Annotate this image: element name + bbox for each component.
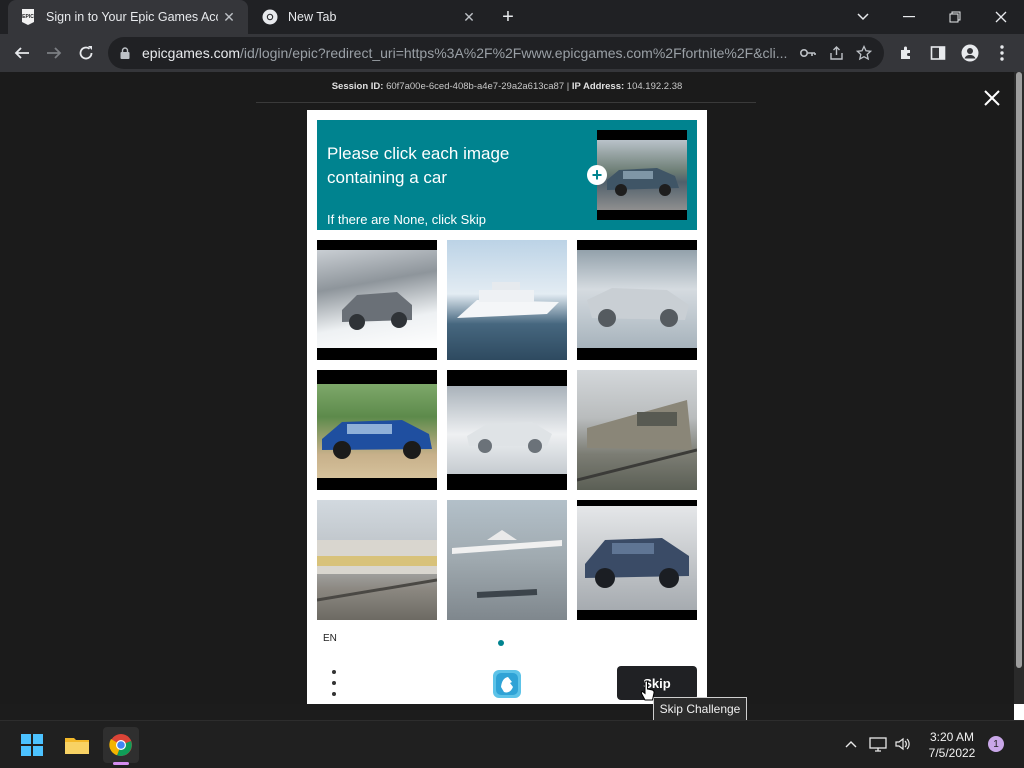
minimize-button[interactable]: [886, 0, 932, 34]
tab-search-icon[interactable]: [840, 0, 886, 34]
more-menu-icon[interactable]: [988, 39, 1016, 67]
browser-toolbar: epicgames.com/id/login/epic?redirect_uri…: [0, 34, 1024, 72]
hcaptcha-logo-icon: [490, 667, 524, 701]
lock-icon: [120, 47, 134, 59]
example-car-image: [597, 140, 687, 210]
hand-cursor-icon: [640, 680, 656, 702]
separator: |: [566, 81, 570, 92]
close-window-button[interactable]: [978, 0, 1024, 34]
url-domain: epicgames.com: [142, 45, 241, 61]
tab-epic-games[interactable]: EPIC Sign in to Your Epic Games Acco ✕: [8, 0, 248, 34]
scrollbar[interactable]: [1014, 72, 1024, 704]
close-icon[interactable]: [980, 86, 1004, 110]
captcha-subprompt: If there are None, click Skip: [327, 212, 486, 227]
chrome-icon: [262, 9, 278, 25]
windows-start-icon[interactable]: [14, 727, 50, 763]
captcha-tile[interactable]: [577, 370, 697, 490]
url-path: /id/login/epic?redirect_uri=https%3A%2F%…: [240, 45, 788, 61]
captcha-challenge: Please click each image containing a car…: [307, 110, 707, 704]
session-info: Session ID: 60f7a00e-6ced-408b-a4e7-29a2…: [0, 81, 1014, 92]
back-icon[interactable]: [8, 39, 36, 67]
notification-badge[interactable]: 1: [988, 736, 1004, 752]
tab-title: New Tab: [288, 10, 337, 24]
extensions-icon[interactable]: [892, 39, 920, 67]
captcha-tile[interactable]: [447, 240, 567, 360]
skip-tooltip: Skip Challenge: [653, 697, 747, 721]
url-text: epicgames.com/id/login/epic?redirect_uri…: [142, 45, 794, 61]
skip-button[interactable]: Skip: [617, 666, 697, 700]
restore-button[interactable]: [932, 0, 978, 34]
captcha-menu-icon[interactable]: [327, 670, 341, 696]
progress-dot: [498, 640, 504, 646]
ip-label: IP Address:: [571, 81, 625, 92]
windows-taskbar: 3:20 AM 7/5/2022 1: [0, 720, 1024, 768]
divider: [256, 102, 756, 103]
system-clock[interactable]: 3:20 AM 7/5/2022: [914, 729, 990, 761]
clock-time: 3:20 AM: [929, 730, 975, 744]
captcha-prompt-text: Please click each image containing a car: [327, 144, 510, 187]
close-tab-icon[interactable]: ✕: [218, 6, 240, 28]
address-bar[interactable]: epicgames.com/id/login/epic?redirect_uri…: [108, 37, 884, 69]
expand-example-icon[interactable]: +: [587, 165, 607, 185]
active-app-indicator: [113, 762, 129, 765]
show-hidden-icons-icon[interactable]: [840, 733, 862, 755]
captcha-tile[interactable]: [447, 500, 567, 620]
new-tab-button[interactable]: +: [496, 5, 520, 29]
session-label: Session ID:: [331, 81, 384, 92]
tab-new-tab[interactable]: New Tab ✕: [250, 0, 488, 34]
captcha-tile[interactable]: [577, 500, 697, 620]
svg-text:EPIC: EPIC: [22, 14, 34, 20]
captcha-tile[interactable]: [317, 370, 437, 490]
tab-title: Sign in to Your Epic Games Acco: [46, 10, 218, 24]
share-icon[interactable]: [822, 39, 850, 67]
tab-strip: EPIC Sign in to Your Epic Games Acco ✕ N…: [0, 0, 1024, 34]
example-image[interactable]: [597, 130, 687, 220]
reload-icon[interactable]: [72, 39, 100, 67]
session-id: 60f7a00e-6ced-408b-a4e7-29a2a613ca87: [386, 81, 565, 92]
scrollbar-thumb[interactable]: [1016, 72, 1022, 668]
captcha-tile[interactable]: [317, 500, 437, 620]
epic-games-icon: EPIC: [20, 9, 36, 25]
close-tab-icon[interactable]: ✕: [458, 6, 480, 28]
clock-date: 7/5/2022: [928, 746, 976, 760]
side-panel-icon[interactable]: [924, 39, 952, 67]
chrome-taskbar-icon[interactable]: [103, 727, 139, 763]
captcha-tile[interactable]: [447, 370, 567, 490]
scrollbar-corner: [1014, 704, 1024, 720]
captcha-tile[interactable]: [577, 240, 697, 360]
forward-icon[interactable]: [40, 39, 68, 67]
captcha-tile[interactable]: [317, 240, 437, 360]
key-icon[interactable]: [794, 39, 822, 67]
captcha-image-grid: [317, 240, 697, 620]
profile-icon[interactable]: [956, 39, 984, 67]
volume-icon[interactable]: [892, 733, 914, 755]
network-icon[interactable]: [867, 733, 889, 755]
bookmark-star-icon[interactable]: [850, 39, 878, 67]
ip-address: 104.192.2.38: [626, 81, 683, 92]
file-explorer-icon[interactable]: [59, 727, 95, 763]
captcha-prompt-banner: Please click each image containing a car…: [317, 120, 697, 230]
language-selector[interactable]: EN: [323, 633, 337, 644]
